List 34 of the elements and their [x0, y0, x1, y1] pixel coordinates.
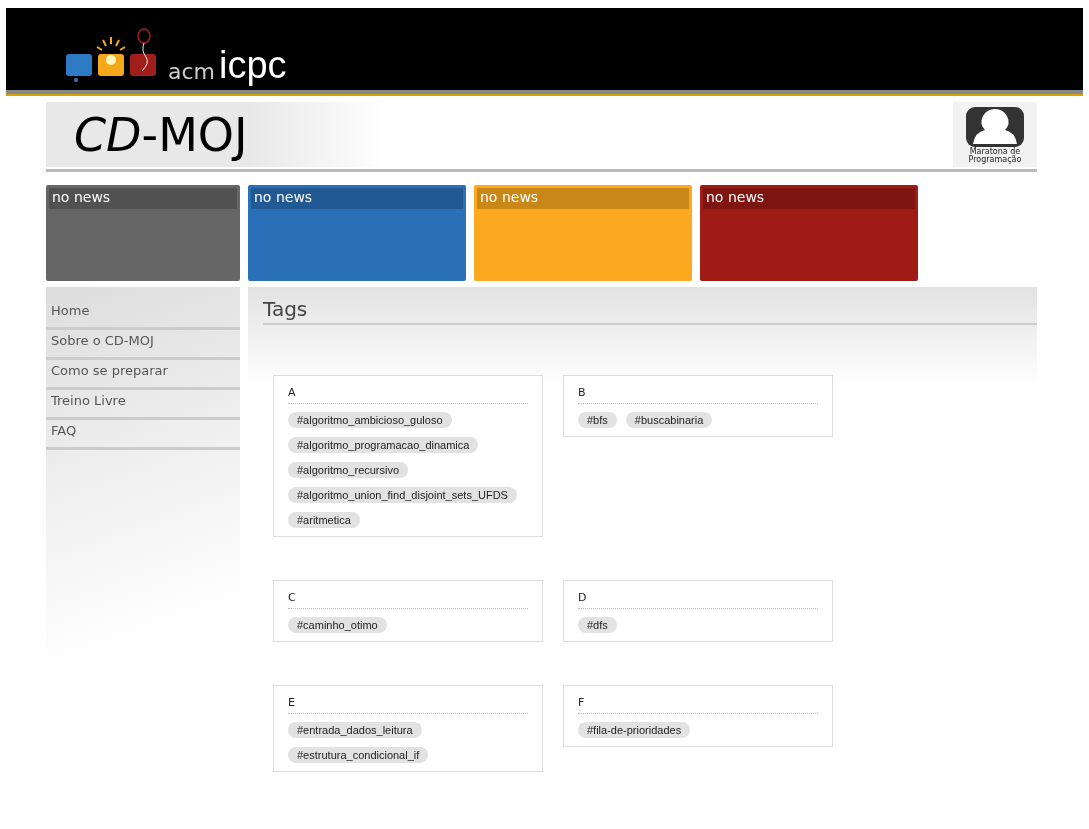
news-heading: no news: [703, 188, 915, 209]
tag-chip[interactable]: #algoritmo_programacao_dinamica: [288, 437, 479, 453]
logo-text: acm: [168, 59, 215, 84]
group-letter: B: [578, 386, 818, 404]
group-letter: E: [288, 696, 528, 714]
sidebar-link[interactable]: FAQ: [46, 421, 240, 450]
news-heading: no news: [477, 188, 689, 209]
logo-text: icpc: [219, 46, 287, 84]
group-letter: A: [288, 386, 528, 404]
tag-chip[interactable]: #algoritmo_ambicioso_guloso: [288, 412, 452, 428]
badge-text: Programação: [968, 156, 1022, 164]
section-title: Tags: [263, 297, 1037, 325]
tag-chip[interactable]: #aritmetica: [288, 512, 360, 528]
tag-chip[interactable]: #estrutura_condicional_if: [288, 747, 429, 763]
group-letter: D: [578, 591, 818, 609]
sidebar-link[interactable]: Como se preparar: [46, 361, 240, 390]
site-title: CD-MOJ: [74, 107, 248, 162]
tag-chip[interactable]: #entrada_dados_leitura: [288, 722, 422, 738]
tag-chip[interactable]: #algoritmo_recursivo: [288, 462, 409, 478]
news-heading: no news: [251, 188, 463, 209]
tag-chip[interactable]: #buscabinaria: [625, 412, 713, 428]
sidebar-link[interactable]: Treino Livre: [46, 391, 240, 420]
sidebar-link[interactable]: Home: [46, 301, 240, 330]
tag-chip[interactable]: #fila-de-prioridades: [578, 722, 691, 738]
news-heading: no news: [49, 188, 237, 209]
sidebar-link[interactable]: Sobre o CD-MOJ: [46, 331, 240, 360]
tag-chip[interactable]: #caminho_otimo: [288, 617, 387, 633]
tag-chip[interactable]: #bfs: [578, 412, 617, 428]
badge-text: Maratona de: [969, 148, 1021, 156]
tv-silhouette-icon: [965, 106, 1025, 148]
group-letter: F: [578, 696, 818, 714]
tag-chip[interactable]: #dfs: [578, 617, 617, 633]
tag-chip[interactable]: #algoritmo_union_find_disjoint_sets_UFDS: [288, 487, 517, 503]
group-letter: C: [288, 591, 528, 609]
